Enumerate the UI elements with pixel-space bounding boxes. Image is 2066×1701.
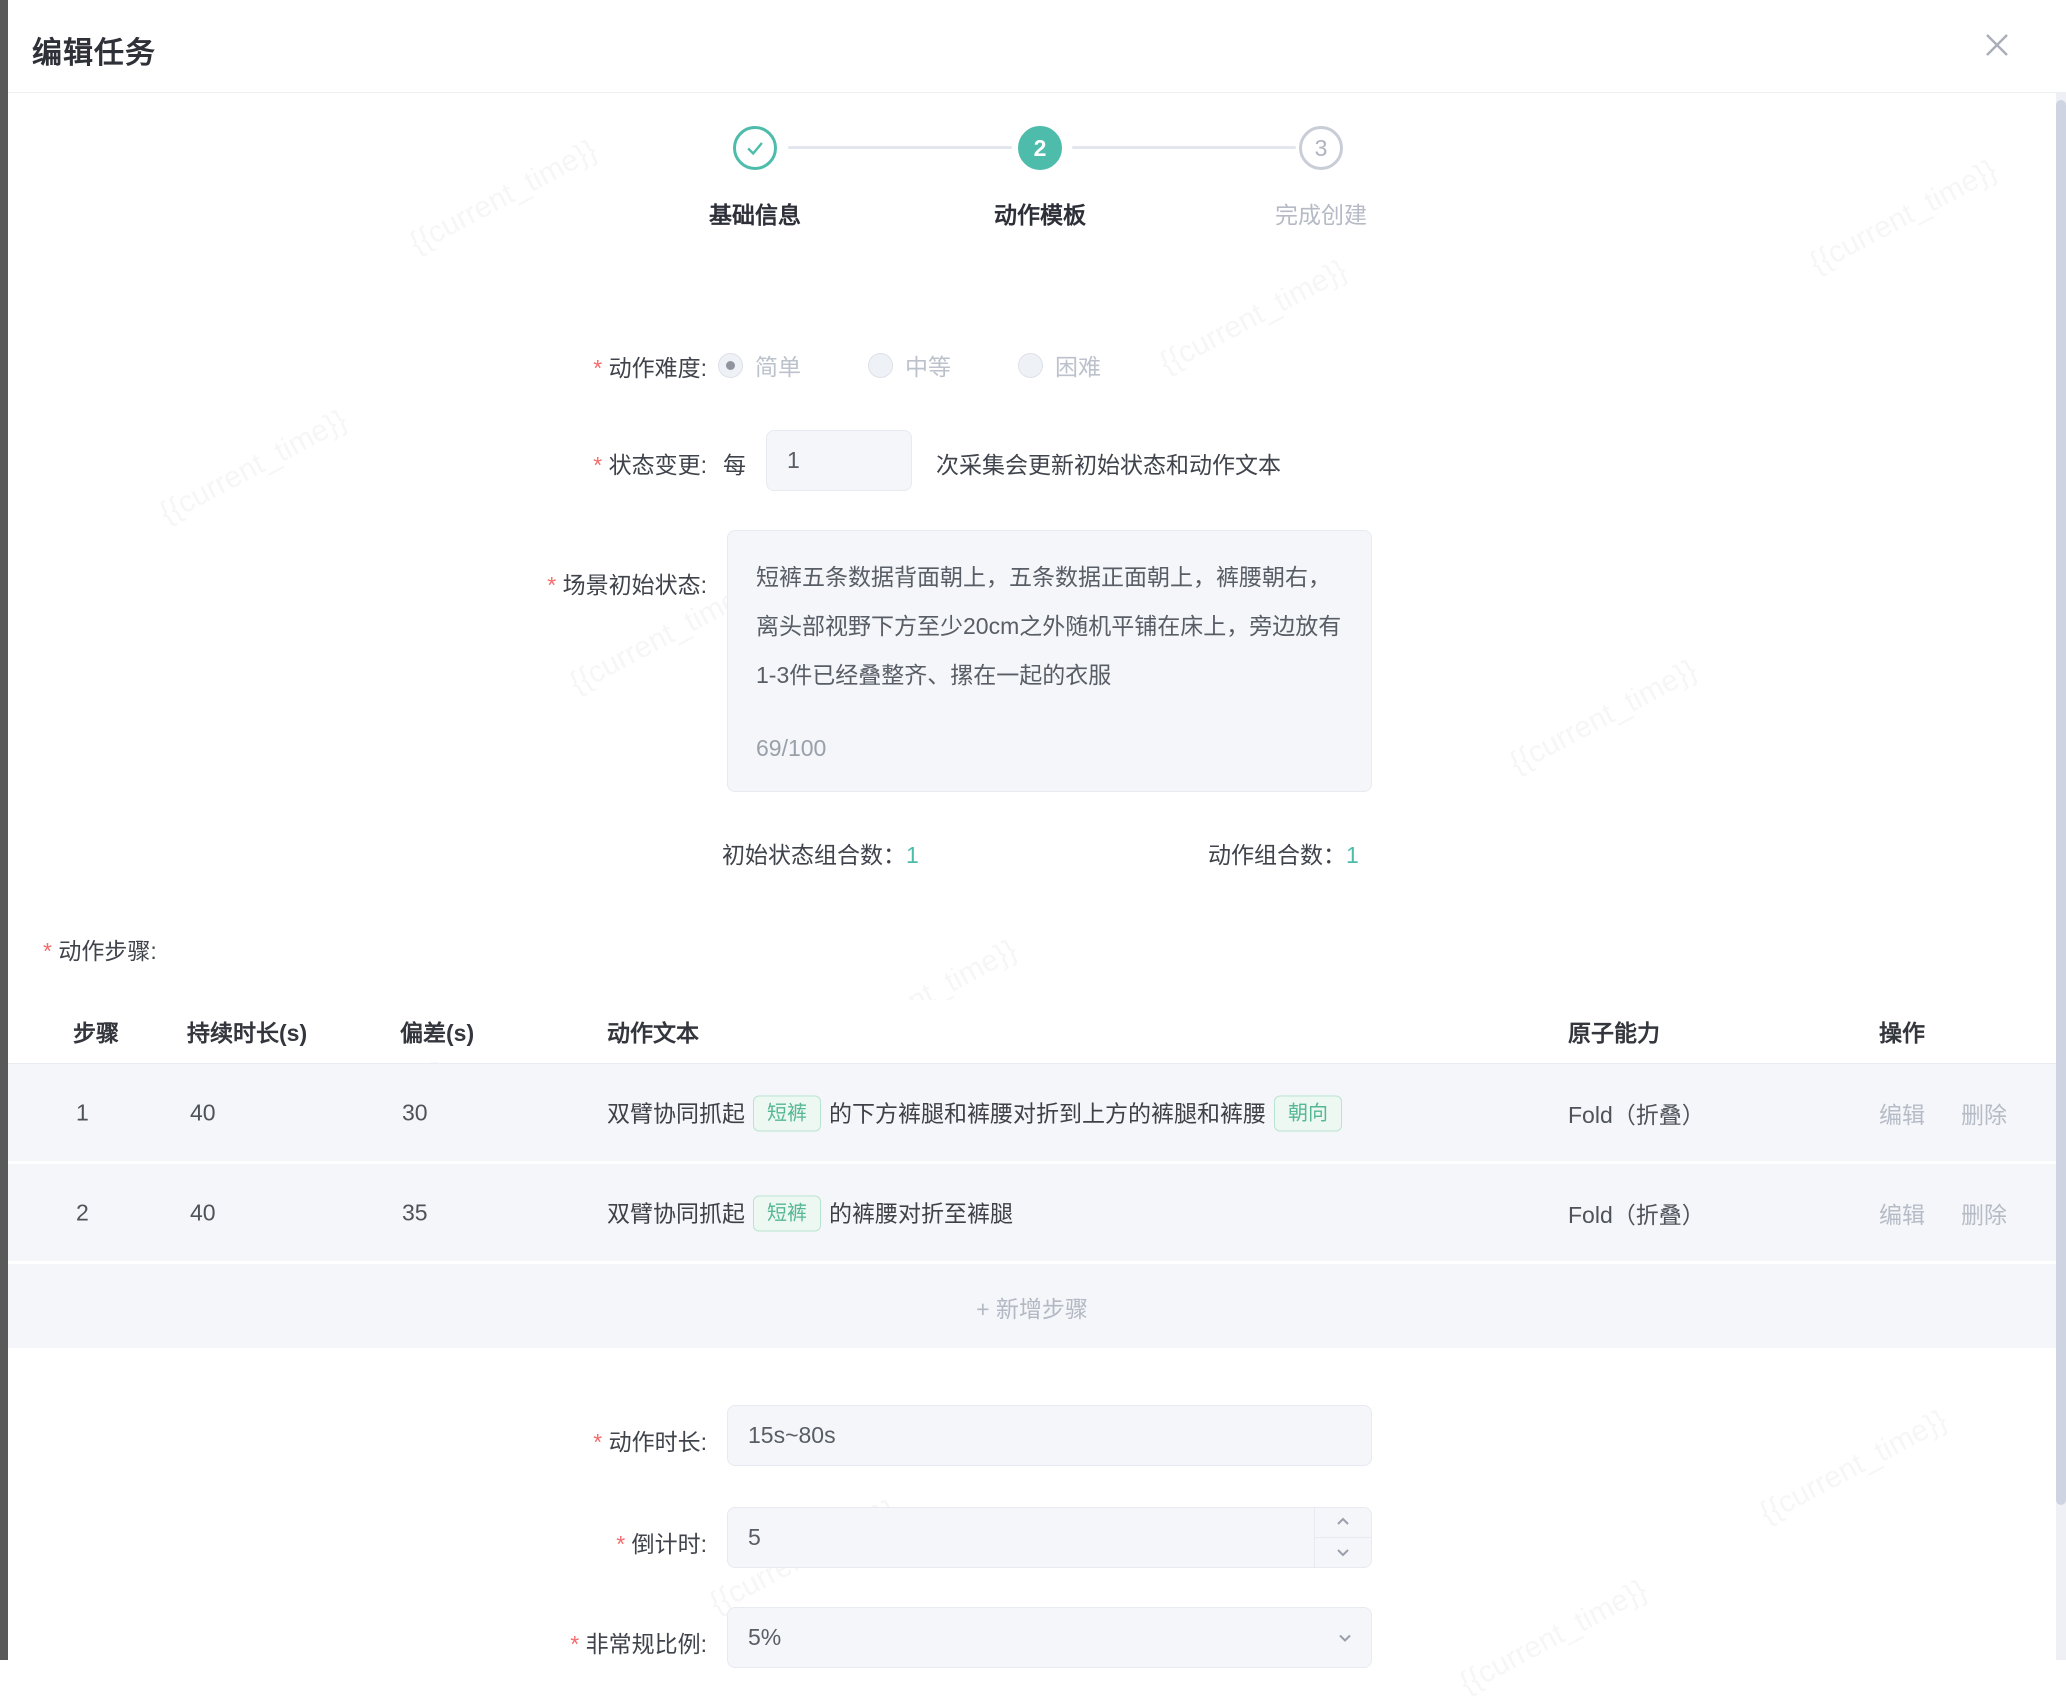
action-text-segment: 的下方裤腿和裤腰对折到上方的裤腿和裤腰 [829, 1100, 1266, 1126]
initial-combo-count: 初始状态组合数：1 [722, 836, 919, 870]
col-actions: 操作 [1879, 1014, 1925, 1048]
difficulty-label: 动作难度: [300, 349, 707, 383]
delete-link[interactable]: 删除 [1961, 1102, 2007, 1128]
chevron-down-icon [1335, 1544, 1351, 1560]
edit-link[interactable]: 编辑 [1879, 1202, 1925, 1228]
state-change-prefix: 每 [723, 446, 746, 480]
watermark-text: {{current_time}} [1454, 1573, 1653, 1700]
col-step: 步骤 [73, 1014, 119, 1048]
state-change-input[interactable]: 1 [766, 430, 912, 491]
step-3-circle: 3 [1299, 126, 1343, 170]
radio-easy-label: 简单 [755, 348, 801, 382]
action-text-segment: 双臂协同抓起 [607, 1200, 745, 1226]
cell-deviation: 35 [402, 1199, 428, 1226]
cell-actions: 编辑 删除 [1879, 1096, 2043, 1130]
step-connector-1 [788, 146, 1012, 149]
edit-link[interactable]: 编辑 [1879, 1102, 1925, 1128]
watermark-text: {{current_time}} [1154, 253, 1353, 380]
step-1-label: 基础信息 [645, 196, 865, 230]
cell-action-text: 双臂协同抓起短裤的裤腰对折至裤腿 [607, 1194, 1013, 1231]
steps-table-body: 14030双臂协同抓起短裤的下方裤腿和裤腰对折到上方的裤腿和裤腰朝向Fold（折… [8, 1063, 2056, 1348]
step-2-number: 2 [1034, 135, 1047, 162]
stepper-up-button[interactable] [1315, 1508, 1371, 1538]
watermark-text: {{current_time}} [1504, 653, 1703, 780]
chevron-up-icon [1335, 1514, 1351, 1530]
radio-hard-label: 困难 [1055, 348, 1101, 382]
char-counter: 69/100 [756, 724, 826, 773]
action-combo-value: 1 [1346, 842, 1359, 868]
col-duration: 持续时长(s) [187, 1014, 307, 1048]
table-row: 1 40 30 双臂协同抓起短裤的下方裤腿和裤腰对折到上方的裤腿和裤腰朝向 Fold（折… [8, 1064, 2056, 1161]
col-text: 动作文本 [607, 1014, 699, 1048]
check-icon [744, 137, 766, 159]
action-duration-label: 动作时长: [300, 1423, 707, 1457]
cell-ability: Fold（折叠） [1568, 1196, 1705, 1230]
delete-link[interactable]: 删除 [1961, 1202, 2007, 1228]
step-3-number: 3 [1315, 135, 1328, 162]
step-connector-2 [1072, 146, 1296, 149]
state-change-label: 状态变更: [300, 446, 707, 480]
col-deviation: 偏差(s) [400, 1014, 474, 1048]
countdown-stepper [1314, 1508, 1371, 1567]
action-tag: 朝向 [1274, 1095, 1342, 1131]
initial-state-label: 场景初始状态: [300, 566, 707, 600]
action-combo-count: 动作组合数：1 [1208, 836, 1359, 870]
step-2-label: 动作模板 [930, 196, 1150, 230]
close-icon[interactable] [1982, 30, 2012, 60]
state-change-suffix: 次采集会更新初始状态和动作文本 [936, 446, 1281, 480]
initial-combo-value: 1 [906, 842, 919, 868]
watermark-text: {{current_time}} [1754, 1403, 1953, 1530]
cell-actions: 编辑 删除 [1879, 1196, 2043, 1230]
cell-step: 2 [76, 1199, 89, 1226]
radio-easy[interactable]: 简单 [718, 348, 801, 382]
action-tag: 短裤 [753, 1095, 821, 1131]
watermark-text: {{current_time}} [1804, 153, 2003, 280]
radio-hard[interactable]: 困难 [1018, 348, 1101, 382]
cell-deviation: 30 [402, 1099, 428, 1126]
table-row: 2 40 35 双臂协同抓起短裤的裤腰对折至裤腿 Fold（折叠） 编辑 删除 [8, 1164, 2056, 1261]
watermark-text: {{current_time}} [404, 133, 603, 260]
radio-easy-circle[interactable] [718, 353, 743, 378]
select-chevron-down-icon [1337, 1624, 1353, 1651]
cell-step: 1 [76, 1099, 89, 1126]
action-text-segment: 双臂协同抓起 [607, 1100, 745, 1126]
radio-medium[interactable]: 中等 [868, 348, 951, 382]
scrollbar-thumb[interactable] [2056, 100, 2066, 1505]
row-separator [8, 1161, 2056, 1164]
initial-state-text: 短裤五条数据背面朝上，五条数据正面朝上，裤腰朝右，离头部视野下方至少20cm之外… [756, 553, 1343, 700]
cell-action-text: 双臂协同抓起短裤的下方裤腿和裤腰对折到上方的裤腿和裤腰朝向 [607, 1094, 1350, 1131]
initial-combo-label: 初始状态组合数： [722, 842, 906, 868]
countdown-input[interactable]: 5 [727, 1507, 1372, 1568]
col-ability: 原子能力 [1568, 1014, 1660, 1048]
cell-duration: 40 [190, 1199, 216, 1226]
cell-duration: 40 [190, 1099, 216, 1126]
state-change-value: 1 [787, 447, 800, 474]
action-duration-value: 15s~80s [748, 1422, 836, 1449]
dialog-header [8, 0, 2066, 92]
page-edge-strip [0, 0, 8, 1660]
cell-ability: Fold（折叠） [1568, 1096, 1705, 1130]
steps-table-header: 步骤 持续时长(s) 偏差(s) 动作文本 原子能力 操作 [8, 1000, 2056, 1062]
action-steps-label: 动作步骤: [43, 932, 157, 966]
unusual-ratio-value: 5% [748, 1624, 781, 1651]
radio-hard-circle[interactable] [1018, 353, 1043, 378]
unusual-ratio-label: 非常规比例: [300, 1625, 707, 1659]
stepper-down-button[interactable] [1315, 1538, 1371, 1568]
action-duration-input[interactable]: 15s~80s [727, 1405, 1372, 1466]
initial-state-textarea[interactable]: 短裤五条数据背面朝上，五条数据正面朝上，裤腰朝右，离头部视野下方至少20cm之外… [727, 530, 1372, 792]
radio-medium-label: 中等 [905, 348, 951, 382]
countdown-label: 倒计时: [300, 1525, 707, 1559]
countdown-value: 5 [748, 1524, 761, 1551]
action-tag: 短裤 [753, 1195, 821, 1231]
unusual-ratio-select[interactable]: 5% [727, 1607, 1372, 1668]
dialog-title: 编辑任务 [32, 28, 156, 72]
add-step-button[interactable]: + 新增步骤 [8, 1264, 2056, 1349]
action-combo-label: 动作组合数： [1208, 842, 1346, 868]
header-divider [8, 92, 2066, 93]
action-text-segment: 的裤腰对折至裤腿 [829, 1200, 1013, 1226]
step-3-label: 完成创建 [1211, 196, 1431, 230]
step-2-circle: 2 [1018, 126, 1062, 170]
step-1-circle [733, 126, 777, 170]
radio-medium-circle[interactable] [868, 353, 893, 378]
